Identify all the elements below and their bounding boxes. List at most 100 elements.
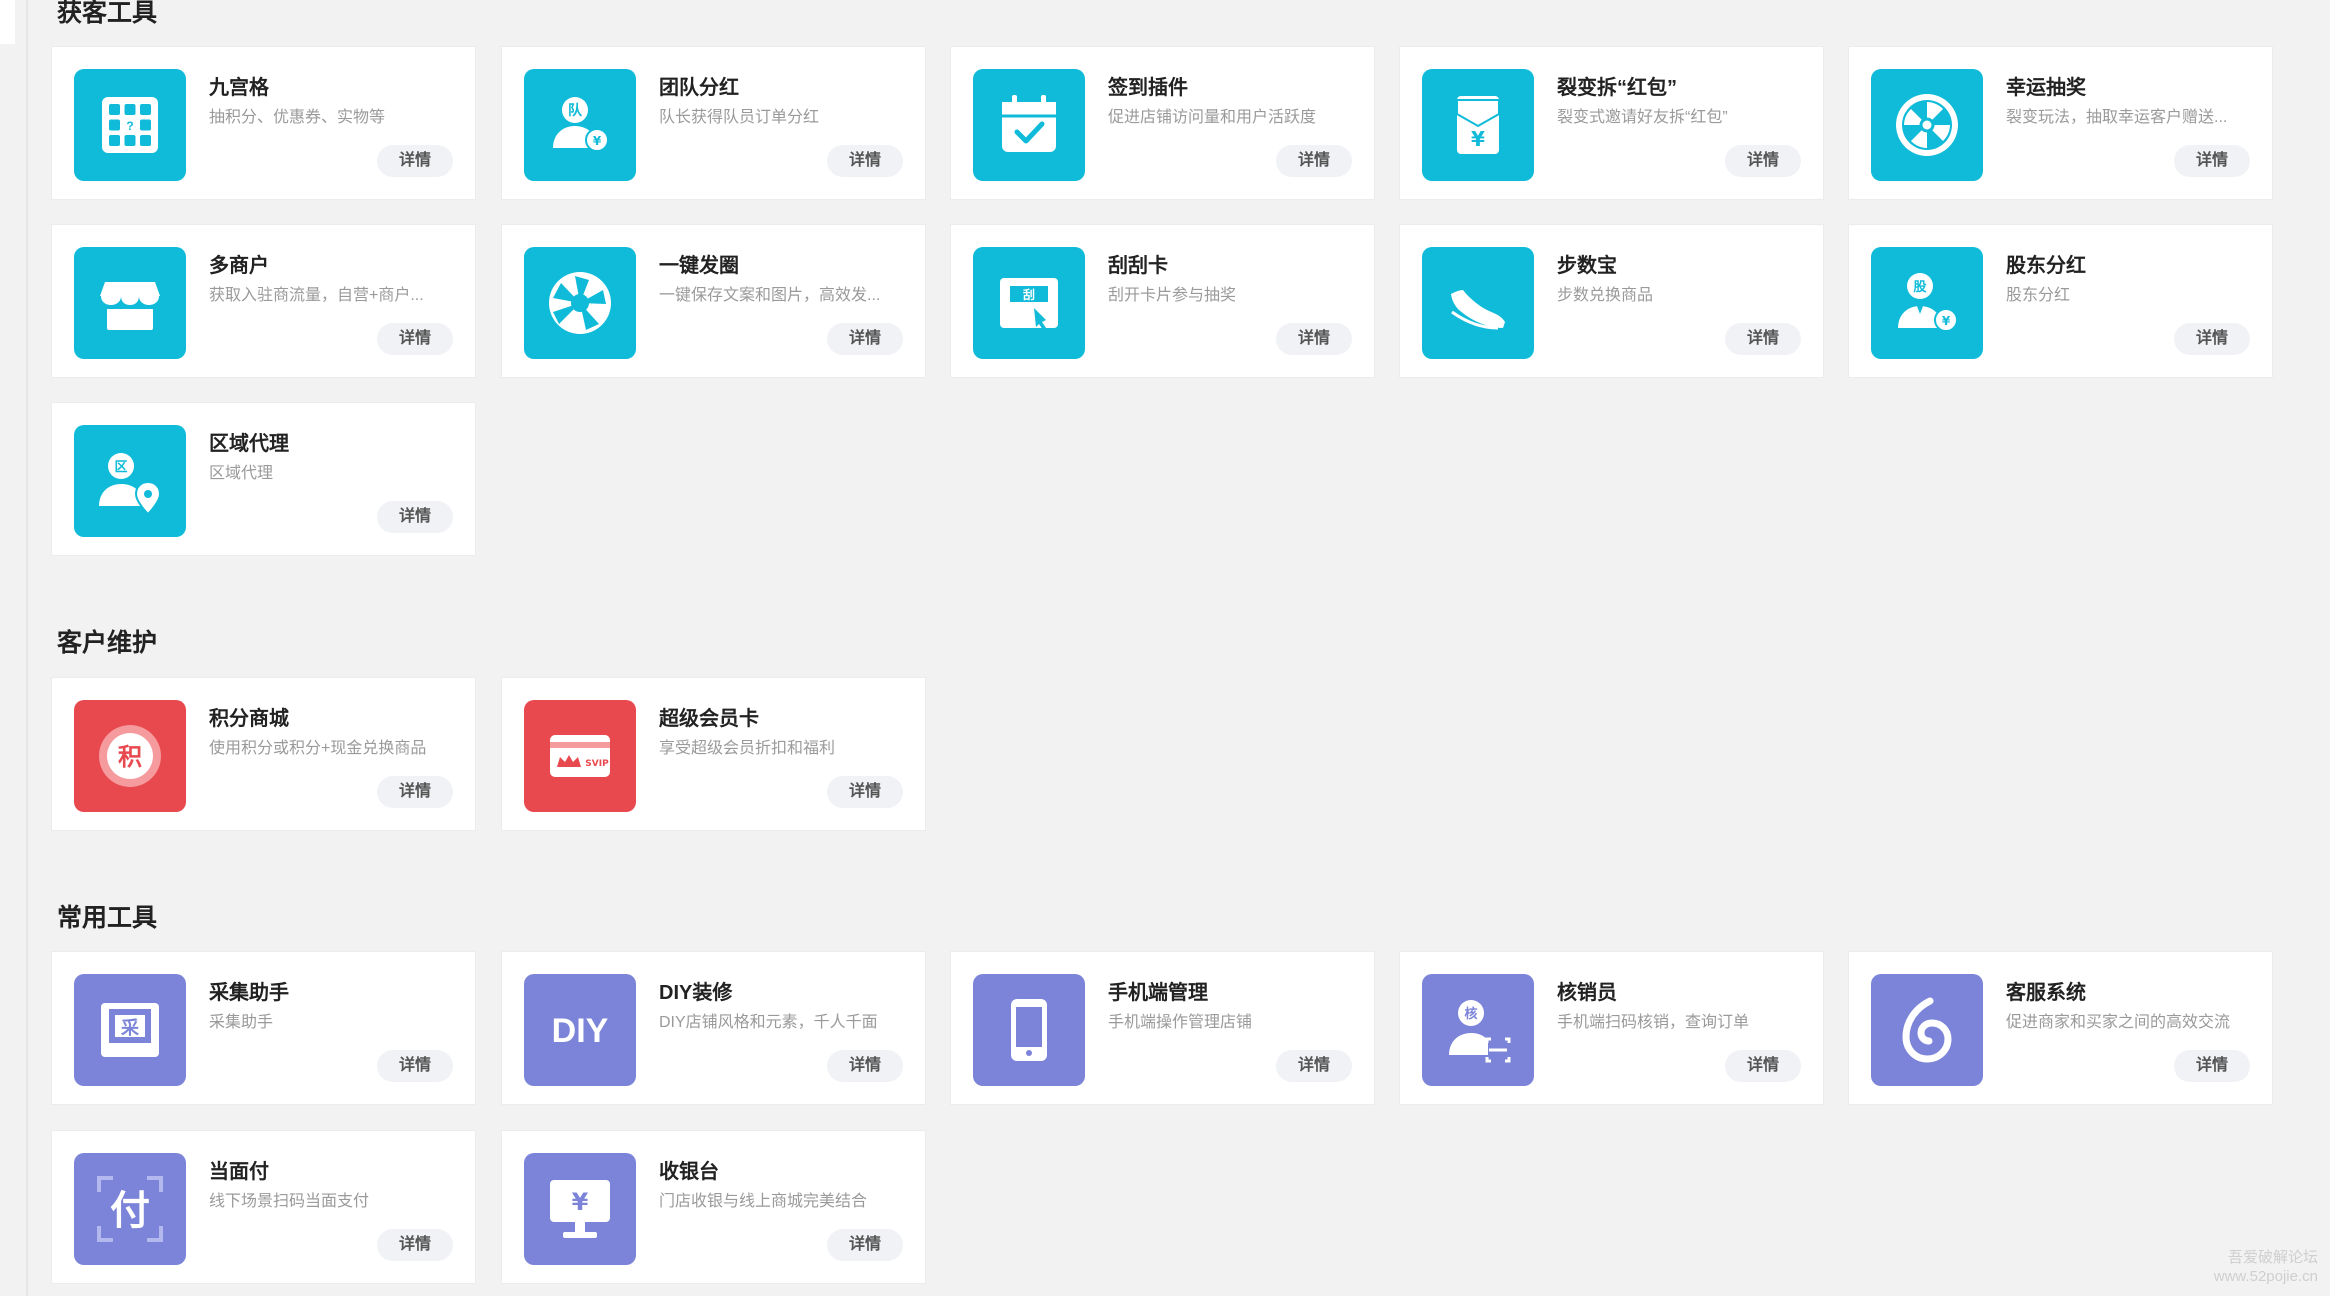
plugin-card-nine-grid[interactable]: ? 九宫格 抽积分、优惠券、实物等 详情 [51,46,476,200]
detail-button[interactable]: 详情 [2174,145,2250,177]
detail-button[interactable]: 详情 [377,1229,453,1261]
red-packet-icon: ¥ [1422,69,1534,181]
plugin-desc: 股东分红 [2006,287,2071,304]
detail-button[interactable]: 详情 [1276,323,1352,355]
plugin-desc: 使用积分或积分+现金兑换商品 [209,740,427,757]
detail-button[interactable]: 详情 [827,1229,903,1261]
detail-button[interactable]: 详情 [377,776,453,808]
detail-button[interactable]: 详情 [377,323,453,355]
plugin-desc: 享受超级会员折扣和福利 [659,740,836,757]
section-title-acquisition: 获客工具 [57,0,158,27]
plugin-card-mobile-management[interactable]: 手机端管理 手机端操作管理店铺 详情 [950,951,1375,1105]
plugin-name: 区域代理 [209,433,289,455]
plugin-name: 刮刮卡 [1108,255,1168,277]
plugin-name: 多商户 [209,255,269,277]
plugin-card-customer-service[interactable]: 客服系统 促进商家和买家之间的高效交流 详情 [1848,951,2273,1105]
svg-text:核: 核 [1464,1006,1477,1022]
face-pay-icon: 付 [74,1153,186,1265]
plugin-desc: 手机端操作管理店铺 [1108,1014,1253,1031]
plugin-desc: 手机端扫码核销，查询订单 [1557,1014,1750,1031]
plugin-card-team-dividend[interactable]: 队 ¥ 团队分红 队长获得队员订单分红 详情 [501,46,926,200]
detail-button[interactable]: 详情 [827,145,903,177]
detail-button[interactable]: 详情 [1276,1050,1352,1082]
detail-button[interactable]: 详情 [1276,145,1352,177]
plugin-desc: DIY店铺风格和元素，千人千面 [659,1014,878,1031]
plugin-desc: 促进店铺访问量和用户活跃度 [1108,109,1317,126]
plugin-desc: 裂变玩法，抽取幸运客户赠送... [2006,109,2228,126]
section-title-customer-maintenance: 客户维护 [57,629,158,657]
detail-button[interactable]: 详情 [827,323,903,355]
plugin-card-points-mall[interactable]: 积 积分商城 使用积分或积分+现金兑换商品 详情 [51,677,476,831]
plugin-name: 超级会员卡 [659,708,759,730]
plugin-desc: 促进商家和买家之间的高效交流 [2006,1014,2231,1031]
plugin-name: 客服系统 [2006,982,2086,1004]
detail-button[interactable]: 详情 [2174,1050,2250,1082]
svg-text:SVIP: SVIP [585,759,609,769]
plugin-name: 采集助手 [209,982,289,1004]
svg-text:?: ? [126,119,133,133]
detail-button[interactable]: 详情 [1725,323,1801,355]
detail-button[interactable]: 详情 [377,501,453,533]
plugin-name: 手机端管理 [1108,982,1208,1004]
plugin-card-scratch-card[interactable]: 刮 刮刮卡 刮开卡片参与抽奖 详情 [950,224,1375,378]
plugin-desc: 门店收银与线上商城完美结合 [659,1193,868,1210]
detail-button[interactable]: 详情 [1725,1050,1801,1082]
team-dividend-icon: 队 ¥ [524,69,636,181]
scratch-card-icon: 刮 [973,247,1085,359]
plugin-name: 裂变拆“红包” [1557,77,1677,99]
plugin-name: 步数宝 [1557,255,1617,277]
detail-button[interactable]: 详情 [377,1050,453,1082]
shop-icon [74,247,186,359]
plugin-desc: 获取入驻商流量，自营+商户... [209,287,424,304]
calendar-check-icon [973,69,1085,181]
plugin-name: 股东分红 [2006,255,2086,277]
plugin-card-verifier[interactable]: 核 核销员 手机端扫码核销，查询订单 详情 [1399,951,1824,1105]
plugin-name: 积分商城 [209,708,289,730]
svg-text:付: 付 [110,1188,150,1234]
sneaker-icon [1422,247,1534,359]
nine-grid-icon: ? [74,69,186,181]
points-mall-icon: 积 [74,700,186,812]
mobile-icon [973,974,1085,1086]
lucky-wheel-icon [1871,69,1983,181]
plugin-name: 九宫格 [209,77,269,99]
verifier-icon: 核 [1422,974,1534,1086]
section-title-common-tools: 常用工具 [57,904,158,932]
plugin-card-checkin[interactable]: 签到插件 促进店铺访问量和用户活跃度 详情 [950,46,1375,200]
plugin-card-cashier[interactable]: ¥ 收银台 门店收银与线上商城完美结合 详情 [501,1130,926,1284]
sidebar-divider [26,0,28,1296]
plugin-desc: 区域代理 [209,465,274,482]
svg-text:区: 区 [114,460,127,475]
detail-button[interactable]: 详情 [827,776,903,808]
svg-text:¥: ¥ [572,1188,589,1216]
detail-button[interactable]: 详情 [377,145,453,177]
plugin-card-region-agent[interactable]: 区 区域代理 区域代理 详情 [51,402,476,556]
plugin-card-face-pay[interactable]: 付 当面付 线下场景扫码当面支付 详情 [51,1130,476,1284]
plugin-card-multi-merchant[interactable]: 多商户 获取入驻商流量，自营+商户... 详情 [51,224,476,378]
region-agent-icon: 区 [74,425,186,537]
plugin-card-diy-decoration[interactable]: DIY DIY装修 DIY店铺风格和元素，千人千面 详情 [501,951,926,1105]
plugin-card-one-click-share[interactable]: 一键发圈 一键保存文案和图片，高效发... 详情 [501,224,926,378]
plugin-card-step-treasure[interactable]: 步数宝 步数兑换商品 详情 [1399,224,1824,378]
plugin-card-collect-helper[interactable]: 采 采集助手 采集助手 详情 [51,951,476,1105]
detail-button[interactable]: 详情 [1725,145,1801,177]
plugin-name: DIY装修 [659,982,733,1004]
svg-text:采: 采 [120,1018,140,1039]
plugin-desc: 线下场景扫码当面支付 [209,1193,370,1210]
detail-button[interactable]: 详情 [2174,323,2250,355]
shareholder-icon: 股 ¥ [1871,247,1983,359]
plugin-name: 核销员 [1557,982,1617,1004]
plugin-card-red-packet[interactable]: ¥ 裂变拆“红包” 裂变式邀请好友拆“红包” 详情 [1399,46,1824,200]
watermark-line-1: 吾爱破解论坛 [2227,1249,2318,1266]
plugin-card-super-vip-card[interactable]: SVIP 超级会员卡 享受超级会员折扣和福利 详情 [501,677,926,831]
plugin-card-shareholder-dividend[interactable]: 股 ¥ 股东分红 股东分红 详情 [1848,224,2273,378]
svg-text:DIY: DIY [552,1012,609,1050]
sidebar-edge [0,0,15,44]
plugin-name: 幸运抽奖 [2006,77,2086,99]
svg-text:¥: ¥ [1942,314,1951,328]
plugin-desc: 刮开卡片参与抽奖 [1108,287,1237,304]
plugin-name: 签到插件 [1108,77,1188,99]
plugin-name: 当面付 [209,1161,269,1183]
detail-button[interactable]: 详情 [827,1050,903,1082]
plugin-card-lucky-draw[interactable]: 幸运抽奖 裂变玩法，抽取幸运客户赠送... 详情 [1848,46,2273,200]
